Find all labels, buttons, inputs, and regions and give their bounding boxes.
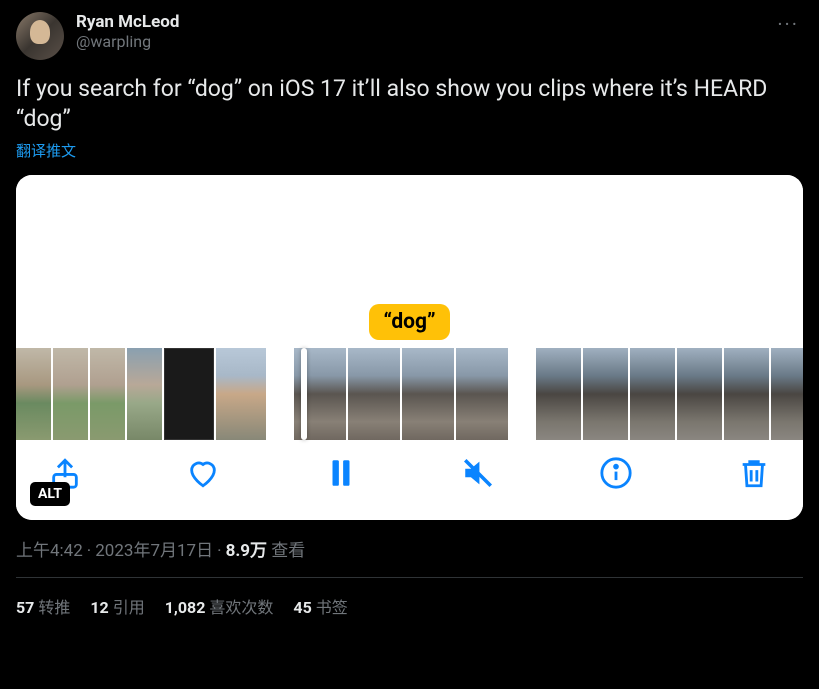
tweet-container: Ryan McLeod @warpling ··· If you search … — [0, 0, 819, 630]
thumbnail — [724, 348, 769, 440]
thumbnail — [677, 348, 722, 440]
clip-group — [16, 348, 266, 440]
thumbnail — [402, 348, 454, 440]
views-count: 8.9万 — [226, 541, 267, 561]
thumbnail — [53, 348, 88, 440]
thumbnail — [348, 348, 400, 440]
tweet-stats: 57转推 12引用 1,082喜欢次数 45书签 — [16, 578, 803, 618]
video-scrubber[interactable] — [16, 348, 803, 440]
thumbnail — [583, 348, 628, 440]
more-button[interactable]: ··· — [773, 12, 803, 36]
thumbnail — [771, 348, 803, 440]
views-label: 查看 — [271, 541, 305, 561]
pause-icon[interactable] — [324, 456, 358, 490]
tweet-date[interactable]: 2023年7月17日 — [95, 541, 213, 561]
caption-tag-row: “dog” — [16, 304, 803, 348]
avatar[interactable] — [16, 12, 64, 60]
stat-bookmarks[interactable]: 45书签 — [293, 594, 347, 618]
display-name: Ryan McLeod — [76, 12, 761, 32]
info-icon[interactable] — [599, 456, 633, 490]
alt-badge[interactable]: ALT — [30, 482, 70, 506]
thumbnail — [127, 348, 162, 440]
mute-icon[interactable] — [461, 456, 495, 490]
thumbnail — [16, 348, 51, 440]
author-names[interactable]: Ryan McLeod @warpling — [76, 12, 761, 51]
tweet-text: If you search for “dog” on iOS 17 it’ll … — [16, 74, 803, 134]
caption-tag: “dog” — [369, 304, 449, 340]
clip-group — [294, 348, 508, 440]
thumbnail — [456, 348, 508, 440]
tweet-time[interactable]: 上午4:42 — [16, 541, 83, 561]
thumbnail — [164, 348, 214, 440]
thumbnail — [90, 348, 125, 440]
tweet-header: Ryan McLeod @warpling ··· — [16, 12, 803, 60]
stat-retweets[interactable]: 57转推 — [16, 594, 70, 618]
tweet-media[interactable]: “dog” — [16, 175, 803, 520]
trash-icon[interactable] — [737, 456, 771, 490]
handle: @warpling — [76, 32, 761, 51]
stat-quotes[interactable]: 12引用 — [90, 594, 144, 618]
playhead[interactable] — [301, 348, 307, 440]
media-toolbar — [16, 440, 803, 520]
thumbnail — [630, 348, 675, 440]
thumbnail — [216, 348, 266, 440]
stat-likes[interactable]: 1,082喜欢次数 — [165, 594, 274, 618]
tweet-meta: 上午4:42·2023年7月17日·8.9万 查看 — [16, 536, 803, 561]
media-preview: “dog” — [16, 175, 803, 440]
clip-group — [536, 348, 803, 440]
heart-icon[interactable] — [186, 456, 220, 490]
thumbnail — [536, 348, 581, 440]
translate-link[interactable]: 翻译推文 — [16, 140, 803, 161]
